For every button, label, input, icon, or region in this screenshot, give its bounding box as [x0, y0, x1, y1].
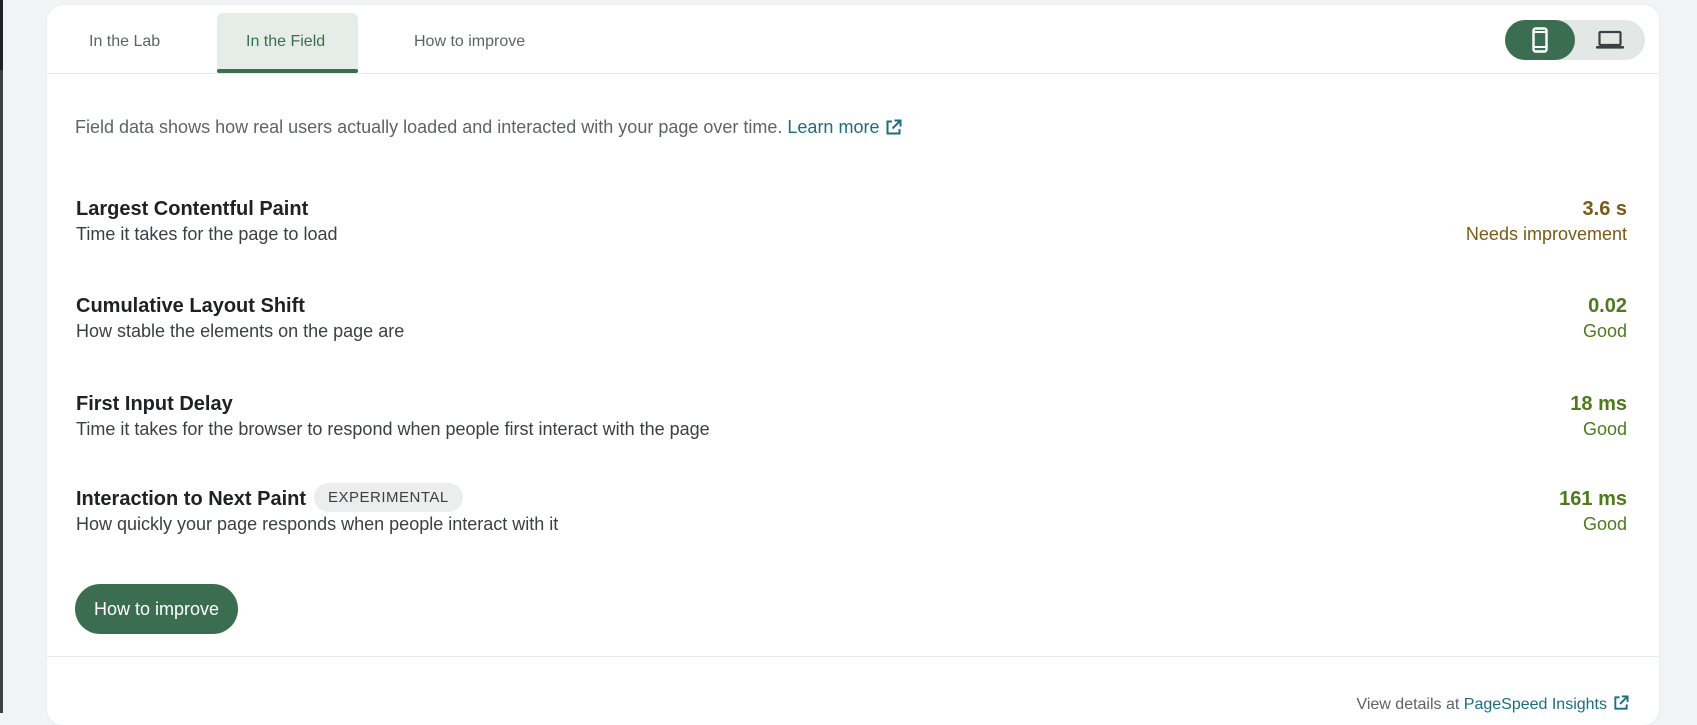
metric-interaction-to-next-paint: Interaction to Next Paint EXPERIMENTAL H… — [76, 483, 1627, 538]
laptop-icon — [1596, 30, 1624, 49]
mobile-device-button[interactable] — [1505, 20, 1575, 60]
metric-value: 3.6 s — [1582, 198, 1627, 220]
field-data-intro: Field data shows how real users actually… — [75, 117, 902, 141]
metric-rating: Good — [1582, 321, 1627, 341]
metric-title: Interaction to Next Paint — [76, 488, 307, 510]
metric-description: How quickly your page responds when peop… — [76, 514, 559, 534]
footer-prefix: View details at — [1356, 696, 1460, 713]
metric-rating: Needs improvement — [1465, 224, 1627, 244]
field-data-card: In the Lab In the Field How to improve F… — [47, 5, 1659, 725]
tab-how-to-improve[interactable]: How to improve — [382, 13, 582, 72]
metric-value: 161 ms — [1559, 488, 1627, 510]
metric-cumulative-layout-shift: Cumulative Layout Shift How stable the e… — [76, 295, 1627, 345]
metric-description: Time it takes for the page to load — [76, 224, 338, 244]
how-to-improve-button[interactable]: How to improve — [75, 584, 238, 634]
external-link-icon — [885, 119, 902, 141]
metric-title: First Input Delay — [76, 393, 233, 415]
tab-in-the-lab[interactable]: In the Lab — [47, 13, 204, 72]
metric-first-input-delay: First Input Delay Time it takes for the … — [76, 393, 1627, 443]
experimental-badge: EXPERIMENTAL — [314, 483, 463, 512]
metric-largest-contentful-paint: Largest Contentful Paint Time it takes f… — [76, 198, 1627, 248]
metric-value: 18 ms — [1570, 393, 1627, 415]
footer-divider — [47, 656, 1659, 657]
desktop-device-button[interactable] — [1575, 20, 1645, 60]
window-edge — [0, 0, 3, 713]
intro-text: Field data shows how real users actually… — [75, 117, 783, 137]
mobile-phone-icon — [1532, 27, 1548, 53]
metric-value: 0.02 — [1588, 295, 1627, 317]
pagespeed-insights-link[interactable]: PageSpeed Insights — [1464, 695, 1629, 713]
metric-description: How stable the elements on the page are — [76, 321, 405, 341]
metric-rating: Good — [1582, 514, 1627, 534]
device-toggle — [1505, 20, 1645, 60]
tab-in-the-field[interactable]: In the Field — [217, 13, 358, 73]
learn-more-link[interactable]: Learn more — [787, 117, 902, 137]
metric-title: Largest Contentful Paint — [76, 198, 309, 220]
metric-rating: Good — [1582, 419, 1627, 439]
tab-bar: In the Lab In the Field How to improve — [47, 5, 1659, 74]
metric-title: Cumulative Layout Shift — [76, 295, 305, 317]
metric-description: Time it takes for the browser to respond… — [76, 419, 710, 439]
